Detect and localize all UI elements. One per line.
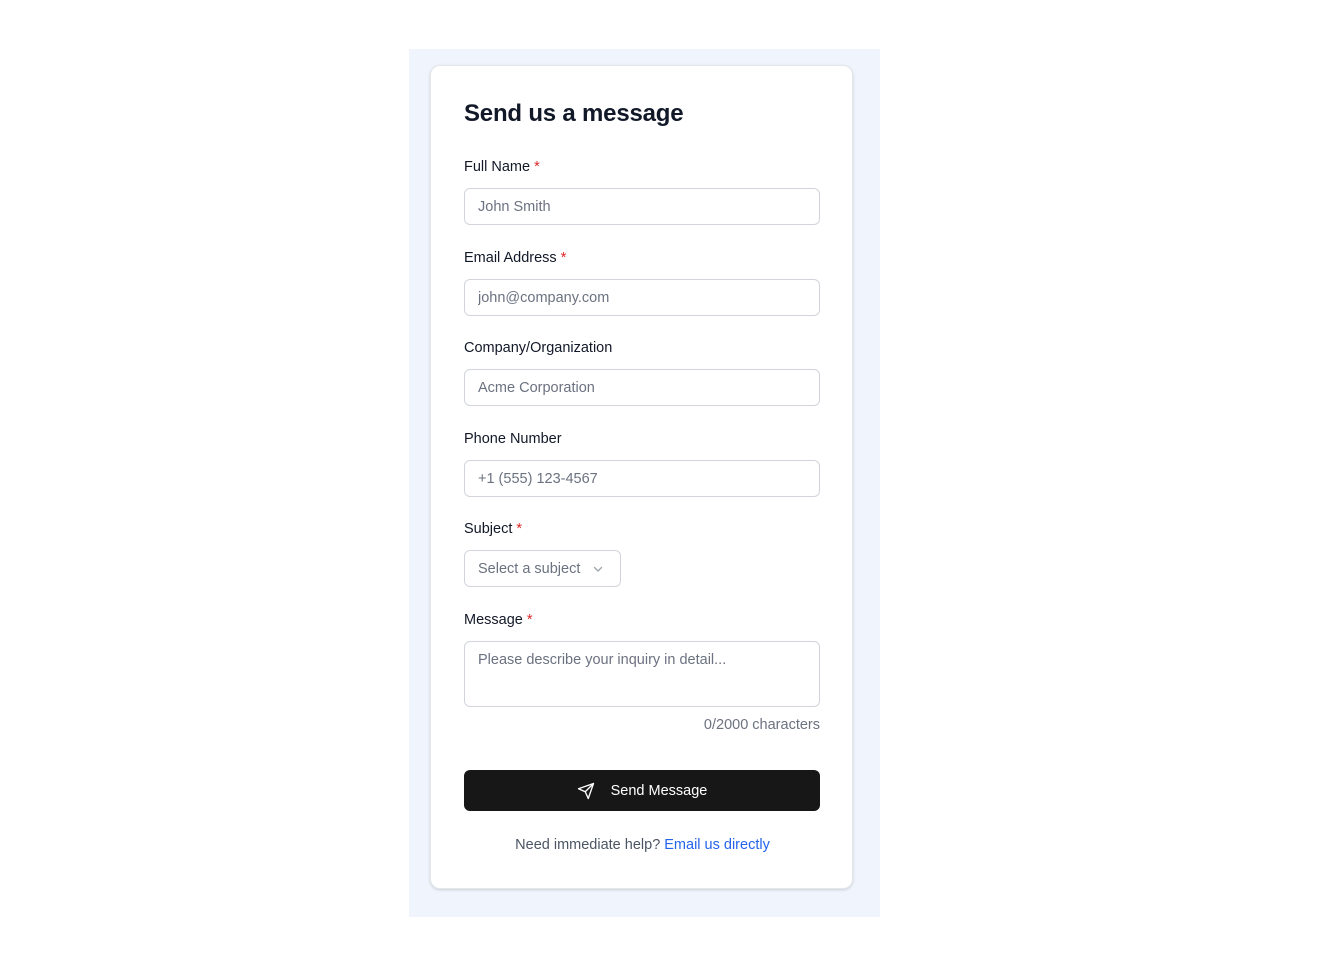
send-message-button[interactable]: Send Message xyxy=(464,770,820,811)
company-input[interactable] xyxy=(464,369,820,406)
email-label: Email Address * xyxy=(464,250,567,266)
message-label: Message * xyxy=(464,612,533,628)
required-marker: * xyxy=(560,250,567,266)
required-marker: * xyxy=(534,159,540,175)
send-message-label: Send Message xyxy=(610,782,708,799)
full-name-label: Full Name * xyxy=(464,159,540,175)
email-field: Email Address * xyxy=(464,248,820,316)
message-textarea[interactable] xyxy=(464,641,820,707)
subject-label: Subject * xyxy=(464,521,523,537)
full-name-field: Full Name * xyxy=(464,157,820,225)
chevron-down-icon xyxy=(592,563,604,575)
company-label: Company/Organization xyxy=(464,340,613,356)
email-us-link[interactable]: Email us directly xyxy=(664,837,770,853)
send-icon xyxy=(577,782,595,800)
full-name-input[interactable] xyxy=(464,188,820,225)
phone-input[interactable] xyxy=(464,460,820,497)
phone-field: Phone Number xyxy=(464,429,820,497)
phone-label: Phone Number xyxy=(464,431,562,447)
contact-panel: Send us a message Full Name* Email Addre… xyxy=(409,49,880,917)
contact-form-card: Send us a message Full Name* Email Addre… xyxy=(430,65,853,889)
company-field: Company/Organization xyxy=(464,338,820,406)
help-text: Need immediate help? Email us directly xyxy=(515,837,770,853)
form-title: Send us a message xyxy=(464,100,684,127)
character-counter: 0/2000 characters xyxy=(703,717,820,733)
subject-select[interactable]: Select a subject xyxy=(464,550,621,587)
email-input[interactable] xyxy=(464,279,820,316)
required-marker: * xyxy=(516,521,523,537)
message-field: Message* 0/2000 characters xyxy=(464,610,820,733)
subject-select-value: Select a subject xyxy=(478,560,581,577)
required-marker: * xyxy=(526,612,533,628)
subject-field: Subject * Select a subject xyxy=(464,519,820,587)
